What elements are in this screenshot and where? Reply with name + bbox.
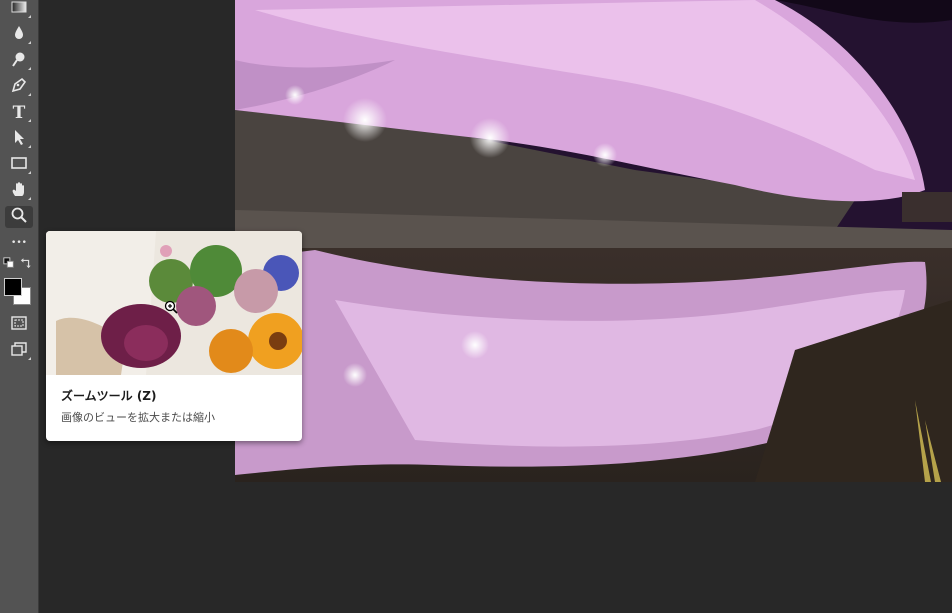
blur-tool-icon	[10, 24, 28, 46]
gradient-tool-button[interactable]	[5, 0, 33, 20]
tooltip-title: ズームツール (Z)	[61, 389, 157, 403]
toolbar: T •••	[0, 0, 39, 613]
swap-colors-icon	[20, 254, 32, 273]
gradient-tool-icon	[10, 0, 28, 20]
dodge-tool-icon	[10, 50, 28, 72]
type-tool-button[interactable]: T	[5, 102, 33, 124]
tool-tooltip: ズームツール (Z) 画像のビューを拡大または縮小	[46, 231, 302, 441]
tooltip-description: 画像のビューを拡大または縮小	[61, 411, 215, 424]
swap-colors-button[interactable]	[19, 256, 33, 270]
dodge-tool-button[interactable]	[5, 50, 33, 72]
more-tools-icon: •••	[11, 238, 27, 248]
path-selection-tool-button[interactable]	[5, 128, 33, 150]
default-colors-icon	[3, 254, 15, 273]
rectangle-tool-icon	[10, 154, 28, 176]
document-image-cherry-blossoms[interactable]	[235, 0, 952, 482]
blur-tool-button[interactable]	[5, 24, 33, 46]
zoom-tool-icon	[10, 206, 28, 228]
type-tool-icon: T	[12, 103, 26, 123]
screen-mode-icon	[10, 340, 28, 362]
hand-tool-icon	[10, 180, 28, 202]
foreground-color-swatch[interactable]	[4, 278, 22, 296]
tooltip-preview-image	[46, 231, 302, 375]
pen-tool-icon	[10, 76, 28, 98]
quick-mask-button[interactable]	[5, 314, 33, 336]
zoom-cursor-icon	[164, 300, 178, 314]
path-selection-tool-icon	[10, 128, 28, 150]
more-tools-button[interactable]: •••	[5, 232, 33, 254]
rectangle-tool-button[interactable]	[5, 154, 33, 176]
screen-mode-button[interactable]	[5, 340, 33, 362]
pen-tool-button[interactable]	[5, 76, 33, 98]
zoom-tool-button[interactable]	[5, 206, 33, 228]
hand-tool-button[interactable]	[5, 180, 33, 202]
quick-mask-icon	[10, 314, 28, 336]
default-colors-button[interactable]	[2, 256, 16, 270]
